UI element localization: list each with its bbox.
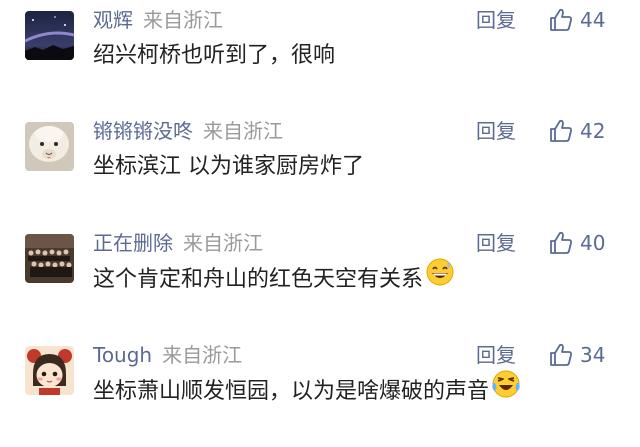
like-button[interactable]: 44 <box>548 4 605 36</box>
like-count: 42 <box>580 119 606 143</box>
comment-text: 这个肯定和舟山的红色天空有关系 <box>93 258 455 297</box>
location-label: 来自浙江 <box>183 231 263 255</box>
comment-list: 观辉 来自浙江 回复 44 绍兴柯桥也听到了，很响 锵锵锵没咚 来自浙江 回复 … <box>0 0 640 417</box>
thumbs-up-icon <box>550 231 572 254</box>
location-label: 来自浙江 <box>162 343 243 367</box>
comment-text-content: 这个肯定和舟山的红色天空有关系 <box>93 267 424 292</box>
grinning-sweat-emoji-icon <box>425 257 455 299</box>
comment-item: Tough 来自浙江 回复 34 坐标萧山顺发恒园，以为是啥爆破的声音 <box>0 335 640 447</box>
avatar[interactable] <box>25 346 74 395</box>
like-button[interactable]: 42 <box>548 115 605 147</box>
laughing-tears-emoji-icon <box>491 369 521 411</box>
cartoon-girl-avatar-icon <box>25 346 74 395</box>
comment-item: 观辉 来自浙江 回复 44 绍兴柯桥也听到了，很响 <box>0 0 640 112</box>
location-label: 来自浙江 <box>143 8 223 32</box>
comment-text: 绍兴柯桥也听到了，很响 <box>93 43 336 68</box>
night-sky-avatar-icon <box>25 11 74 60</box>
comment-meta: 锵锵锵没咚 来自浙江 <box>93 116 283 146</box>
username[interactable]: Tough <box>93 343 152 367</box>
thumbs-up-icon <box>550 8 572 31</box>
like-button[interactable]: 34 <box>548 339 605 371</box>
avatar[interactable] <box>25 11 74 60</box>
comment-text: 坐标滨江 以为谁家厨房炸了 <box>93 154 364 179</box>
comment-meta: 观辉 来自浙江 <box>93 5 223 35</box>
comment-text: 坐标萧山顺发恒园，以为是啥爆破的声音 <box>93 370 521 409</box>
comment-item: 正在删除 来自浙江 回复 40 这个肯定和舟山的红色天空有关系 <box>0 223 640 335</box>
thumbs-up-icon <box>550 343 572 366</box>
avatar[interactable] <box>25 122 74 171</box>
alpaca-avatar-icon <box>25 122 74 171</box>
like-count: 34 <box>580 343 606 367</box>
group-photo-avatar-icon <box>25 234 74 283</box>
username[interactable]: 正在删除 <box>93 231 173 255</box>
location-label: 来自浙江 <box>203 119 283 143</box>
reply-button[interactable]: 回复 <box>476 228 516 258</box>
username[interactable]: 锵锵锵没咚 <box>93 119 193 143</box>
avatar[interactable] <box>25 234 74 283</box>
comment-meta: Tough 来自浙江 <box>93 340 242 370</box>
username[interactable]: 观辉 <box>93 8 133 32</box>
reply-button[interactable]: 回复 <box>476 116 516 146</box>
reply-button[interactable]: 回复 <box>476 5 516 35</box>
comment-meta: 正在删除 来自浙江 <box>93 228 263 258</box>
comment-item: 锵锵锵没咚 来自浙江 回复 42 坐标滨江 以为谁家厨房炸了 <box>0 111 640 223</box>
like-button[interactable]: 40 <box>548 227 605 259</box>
like-count: 44 <box>580 8 606 32</box>
like-count: 40 <box>580 231 606 255</box>
thumbs-up-icon <box>550 119 572 142</box>
comment-text-content: 坐标萧山顺发恒园，以为是啥爆破的声音 <box>93 379 490 404</box>
reply-button[interactable]: 回复 <box>476 340 516 370</box>
